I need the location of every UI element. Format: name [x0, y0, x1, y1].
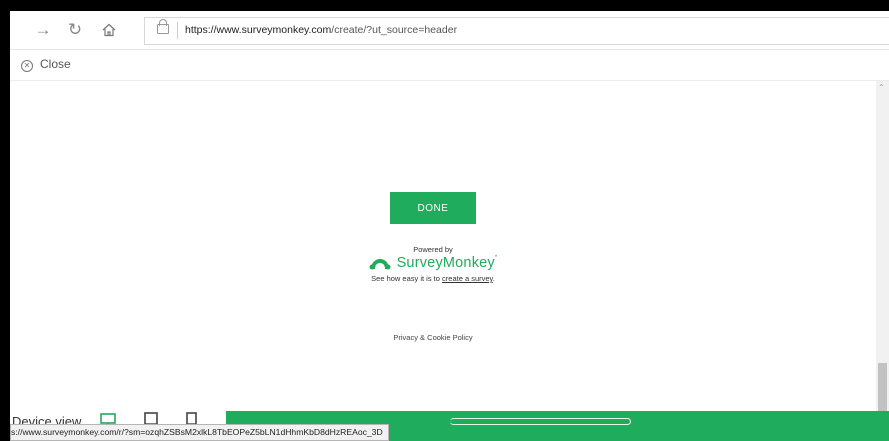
powered-by-text: Powered by: [413, 245, 453, 254]
scroll-up-icon[interactable]: ⌃: [878, 83, 885, 93]
status-bar-url: s://www.surveymonkey.com/r/?sm=ozqhZSBsM…: [10, 424, 389, 441]
close-bar: ✕ Close: [10, 50, 889, 81]
brand-name: SurveyMonkey*: [397, 255, 498, 271]
see-how-text: See how easy it is to create a survey.: [10, 274, 856, 283]
done-button[interactable]: DONE: [390, 192, 476, 224]
scroll-thumb[interactable]: [878, 363, 887, 413]
browser-window: → ↻ https://www.surveymonkey.com/create/…: [10, 11, 889, 441]
home-icon[interactable]: [96, 17, 122, 43]
see-how-prefix: See how easy it is to: [371, 274, 443, 283]
privacy-policy-link[interactable]: Privacy & Cookie Policy: [10, 333, 856, 342]
url-host: https://www.surveymonkey.com: [185, 24, 332, 36]
surveymonkey-brand[interactable]: SurveyMonkey*: [10, 255, 856, 271]
brand-name-text: SurveyMonkey: [396, 255, 495, 271]
refresh-icon[interactable]: ↻: [62, 17, 88, 43]
url-path: /create/?ut_source=header: [331, 24, 458, 36]
lock-icon: [157, 19, 169, 34]
address-separator: [177, 22, 178, 39]
close-link[interactable]: Close: [40, 57, 71, 71]
close-circle-icon[interactable]: ✕: [21, 60, 33, 72]
address-url[interactable]: https://www.surveymonkey.com/create/?ut_…: [185, 18, 457, 43]
survey-page: DONE Powered by SurveyMonkey* See how ea…: [10, 81, 876, 417]
address-bar[interactable]: https://www.surveymonkey.com/create/?ut_…: [144, 17, 889, 45]
surveymonkey-logo-icon: [369, 259, 391, 270]
browser-toolbar: → ↻ https://www.surveymonkey.com/create/…: [10, 11, 889, 50]
see-how-suffix: .: [492, 274, 495, 283]
forward-arrow-icon[interactable]: →: [30, 17, 56, 43]
bottom-bar-outline: [450, 418, 631, 425]
brand-trademark: *: [494, 255, 498, 261]
create-survey-link[interactable]: create a survey: [442, 274, 493, 283]
vertical-scrollbar[interactable]: ⌃: [876, 81, 889, 417]
